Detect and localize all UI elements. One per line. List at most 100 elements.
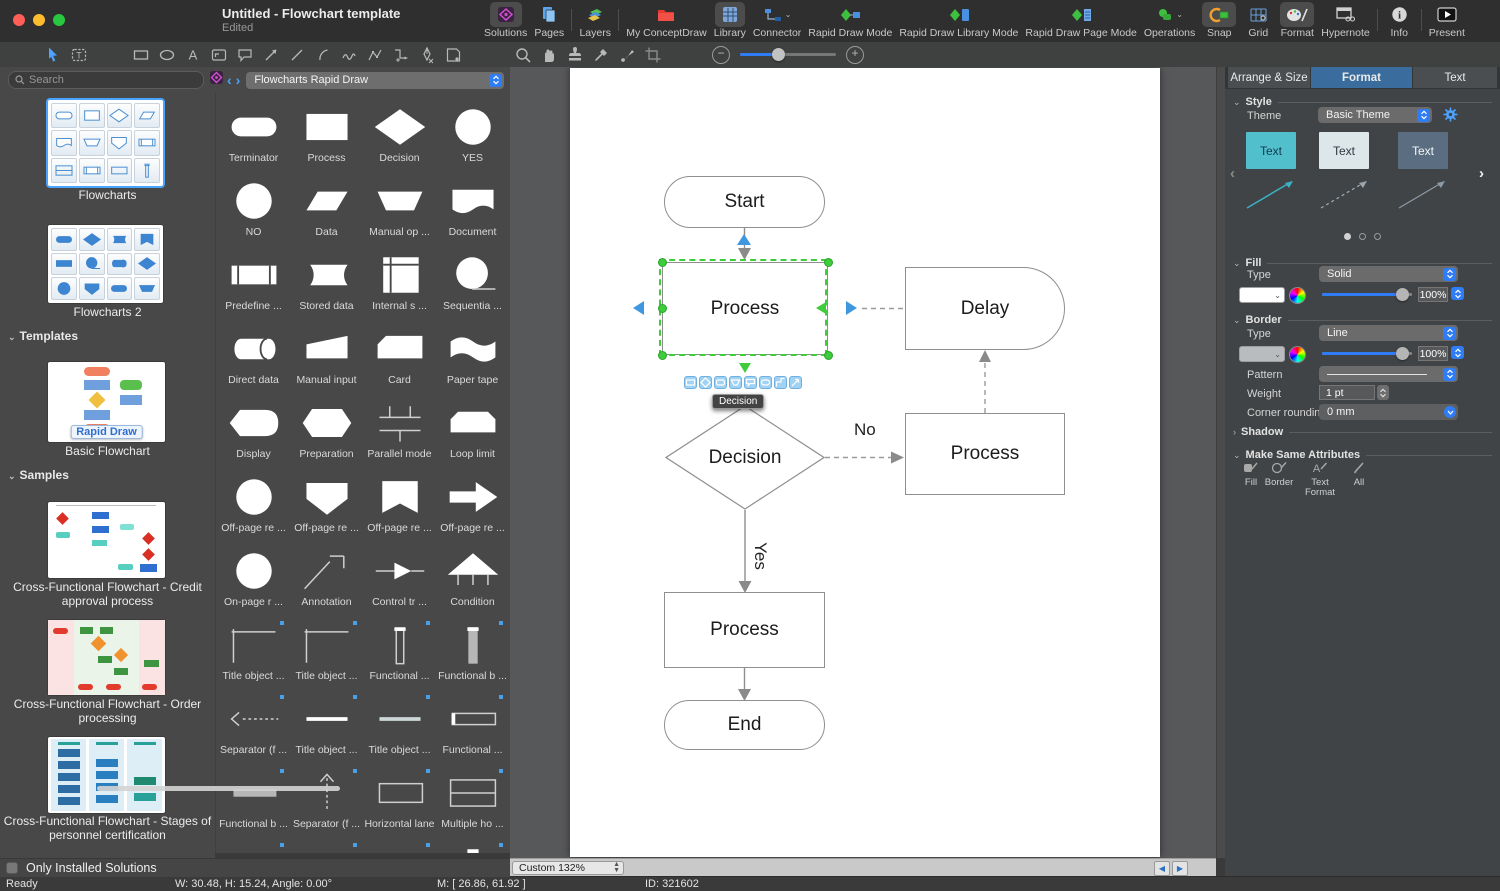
rapid-draw-left-arrow[interactable] (633, 301, 644, 315)
maximize-window-button[interactable] (53, 14, 65, 26)
info-button[interactable]: iInfo (1385, 2, 1414, 40)
pan-tool[interactable] (536, 45, 562, 65)
scroll-right-button[interactable]: ▶ (1172, 861, 1188, 876)
library-shape-paper-tape[interactable]: Paper tape (436, 325, 509, 399)
eyedropper-tool[interactable] (588, 45, 614, 65)
sample-thumbnail-credit-approval[interactable] (48, 502, 165, 578)
border-type-dropdown[interactable]: Line (1319, 325, 1458, 341)
library-shape-condition[interactable]: Condition (436, 547, 509, 621)
make-same-all-button[interactable]: All (1345, 461, 1373, 488)
quick-shape-rectangle-button[interactable] (684, 376, 697, 389)
library-shape-functional-b[interactable]: Functional b ... (217, 769, 290, 843)
library-thumbnail-flowcharts[interactable] (48, 100, 163, 186)
library-dropdown[interactable]: Flowcharts Rapid Draw (246, 72, 504, 89)
border-opacity-stepper[interactable] (1451, 346, 1464, 359)
library-shape-partial[interactable] (290, 843, 363, 853)
fill-opacity-stepper[interactable] (1451, 287, 1464, 300)
library-horizontal-scrollbar[interactable] (97, 786, 340, 791)
fill-opacity-value[interactable]: 100% (1418, 287, 1448, 302)
shape-page-tool[interactable] (440, 45, 466, 65)
shadow-section-header[interactable]: ›Shadow (1233, 426, 1492, 438)
border-weight-stepper[interactable] (1377, 385, 1389, 400)
library-shape-manual-input[interactable]: Manual input (290, 325, 363, 399)
library-back-icon[interactable]: ‹ (227, 73, 232, 87)
flow-node-start[interactable]: Start (664, 176, 825, 228)
library-shape-off-page-re[interactable]: Off-page re ... (363, 473, 436, 547)
tab-text[interactable]: Text (1413, 67, 1497, 88)
theme-preview-card-1[interactable]: Text (1246, 132, 1296, 169)
library-shape-title-object[interactable]: Title object ... (290, 621, 363, 695)
callout-tool[interactable] (232, 45, 258, 65)
format-brush-tool[interactable] (614, 45, 640, 65)
templates-section-header[interactable]: ⌄Templates (8, 329, 78, 343)
tab-arrange-size[interactable]: Arrange & Size (1228, 67, 1310, 88)
library-forward-icon[interactable]: › (236, 73, 241, 87)
flow-node-process-2[interactable]: Process (905, 413, 1065, 495)
quick-shape-terminator-button[interactable] (759, 376, 772, 389)
flow-node-process-selected[interactable]: Process (662, 262, 828, 355)
library-shape-title-object[interactable]: Title object ... (363, 695, 436, 769)
flow-node-delay[interactable]: Delay (905, 267, 1065, 350)
canvas-page[interactable]: Start Process Delay Decision Process Pro… (570, 68, 1160, 857)
frame-tool[interactable] (206, 45, 232, 65)
flow-node-end[interactable]: End (664, 700, 825, 750)
library-shape-process[interactable]: Process (290, 103, 363, 177)
library-shape-display[interactable]: Display (217, 399, 290, 473)
pen-tool[interactable] (414, 45, 440, 65)
rapid-draw-page-mode-button[interactable]: Rapid Draw Page Mode (1025, 2, 1136, 40)
library-shape-multiple-ho[interactable]: Multiple ho ... (436, 769, 509, 843)
library-shape-internal-s[interactable]: Internal s ... (363, 251, 436, 325)
hypernote-button[interactable]: Hypernote (1321, 2, 1369, 40)
freehand-tool[interactable] (336, 45, 362, 65)
library-shape-decision[interactable]: Decision (363, 103, 436, 177)
sample-thumbnail-personnel-certification[interactable] (48, 737, 165, 813)
zoom-slider-knob[interactable] (772, 48, 785, 61)
make-same-text-format-button[interactable]: AText Format (1301, 461, 1339, 499)
rapid-draw-right-arrow[interactable] (846, 301, 857, 315)
library-button[interactable]: Library (714, 2, 746, 40)
border-color-wheel-icon[interactable] (1289, 346, 1306, 363)
layers-button[interactable]: Layers (579, 2, 611, 40)
zoom-out-icon[interactable]: − (712, 46, 730, 64)
selection-handle[interactable] (824, 351, 833, 360)
zoom-level-select[interactable]: Custom 132% ▲▼ (512, 861, 624, 875)
library-shape-off-page-re[interactable]: Off-page re ... (217, 473, 290, 547)
fill-color-well[interactable]: ⌄ (1239, 287, 1285, 303)
fill-color-wheel-icon[interactable] (1289, 287, 1306, 304)
library-shape-on-page-r[interactable]: On-page r ... (217, 547, 290, 621)
quick-shape-callout-button[interactable] (744, 376, 757, 389)
selection-handle[interactable] (658, 351, 667, 360)
close-window-button[interactable] (13, 14, 25, 26)
rectangle-tool[interactable] (128, 45, 154, 65)
search-input[interactable]: Search (8, 71, 204, 89)
library-shape-partial[interactable] (363, 843, 436, 853)
library-shape-title-object[interactable]: Title object ... (290, 695, 363, 769)
border-opacity-value[interactable]: 100% (1418, 346, 1448, 361)
stamp-tool[interactable] (562, 45, 588, 65)
sample-thumbnail-order-processing[interactable] (48, 620, 165, 695)
template-thumbnail-basic-flowchart[interactable]: Rapid Draw (48, 362, 165, 442)
library-shape-terminator[interactable]: Terminator (217, 103, 290, 177)
library-shape-data[interactable]: Data (290, 177, 363, 251)
library-shape-off-page-re[interactable]: Off-page re ... (290, 473, 363, 547)
quick-shape-elbow-connector-button[interactable] (774, 376, 787, 389)
snap-button[interactable]: Snap (1202, 2, 1236, 40)
theme-preview-card-3[interactable]: Text (1398, 132, 1448, 169)
selection-handle[interactable] (658, 258, 667, 267)
pages-button[interactable]: Pages (534, 2, 564, 40)
selection-tool[interactable] (40, 45, 66, 65)
library-shape-loop-limit[interactable]: Loop limit (436, 399, 509, 473)
zoom-slider[interactable] (740, 53, 836, 56)
flow-node-process-3[interactable]: Process (664, 592, 825, 668)
solutions-button[interactable]: Solutions (484, 2, 527, 40)
corner-rounding-dropdown[interactable]: 0 mm (1319, 404, 1458, 420)
library-shape-control-tr[interactable]: Control tr ... (363, 547, 436, 621)
fill-opacity-slider[interactable] (1322, 288, 1412, 301)
border-weight-field[interactable]: 1 pt (1319, 385, 1375, 400)
only-installed-checkbox[interactable] (6, 862, 18, 874)
theme-next-chevron-icon[interactable]: › (1479, 165, 1484, 182)
theme-settings-gear-icon[interactable] (1443, 107, 1458, 127)
library-shape-partial[interactable] (217, 843, 290, 853)
crop-tool[interactable] (640, 45, 666, 65)
rapid-draw-up-arrow[interactable] (737, 234, 751, 245)
